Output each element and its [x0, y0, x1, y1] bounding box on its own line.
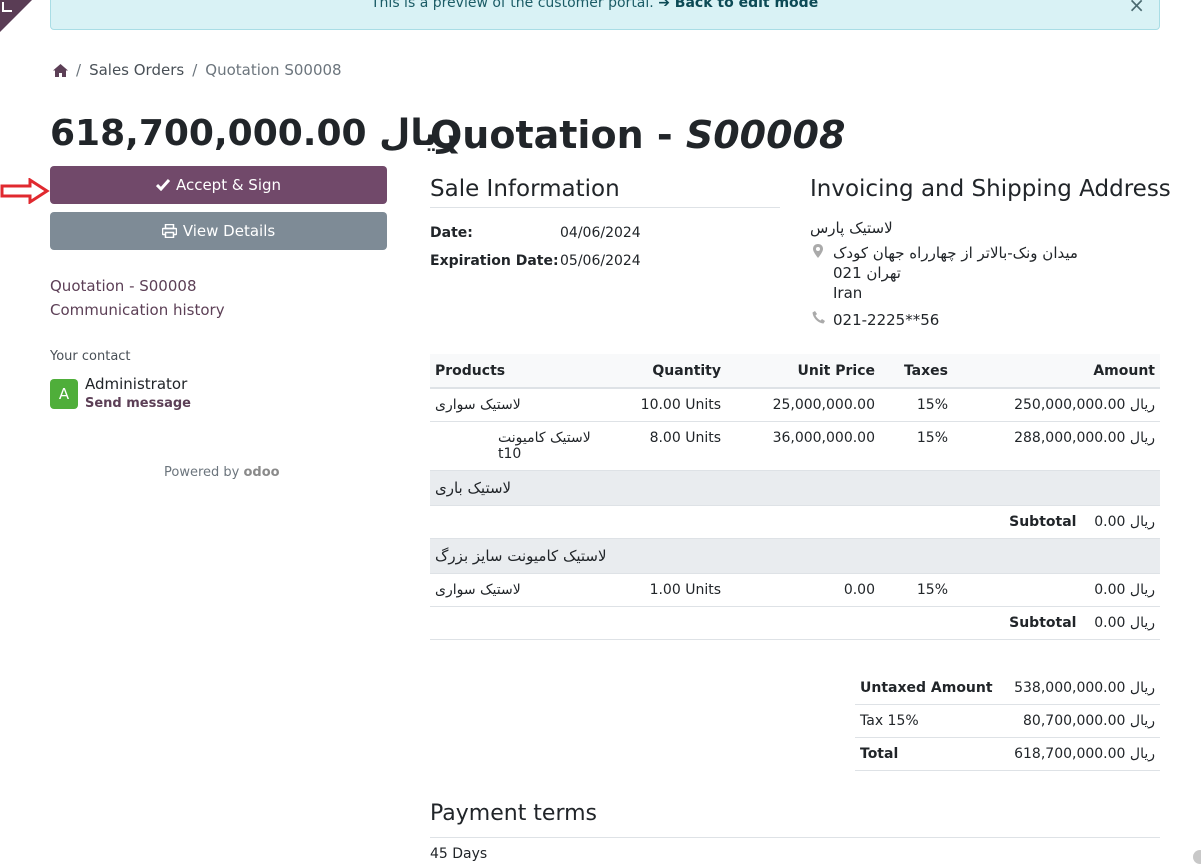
col-taxes: Taxes	[880, 354, 953, 389]
tax: 15%	[880, 388, 953, 422]
subtotal-row: Subtotal 0.00 ریال	[430, 505, 1160, 539]
table-row: لاستیک سواری 1.00 Units 0.00 15% 0.00 ری…	[430, 573, 1160, 607]
title-prefix: Quotation -	[430, 113, 686, 157]
back-to-edit-link[interactable]: ➔ Back to edit mode	[658, 0, 818, 11]
tax: 15%	[880, 573, 953, 607]
breadcrumb: / Sales Orders / Quotation S00008	[53, 61, 342, 79]
quotation-link[interactable]: Quotation - S00008	[50, 277, 196, 295]
subtotal-value: 0.00 ریال	[1094, 615, 1155, 631]
amount: 250,000,000.00 ریال	[953, 388, 1160, 422]
expiration-value: 05/06/2024	[560, 253, 641, 269]
untaxed-label: Untaxed Amount	[855, 672, 1004, 705]
odoo-logo[interactable]: odoo	[244, 465, 280, 480]
untaxed-row: Untaxed Amount 538,000,000.00 ریال	[855, 672, 1160, 705]
page-title: Quotation - S00008	[430, 113, 845, 157]
contact-name: Administrator	[85, 375, 188, 393]
title-number: S00008	[685, 113, 846, 157]
sale-info-title: Sale Information	[430, 176, 620, 202]
amount: 0.00 ریال	[953, 573, 1160, 607]
divider	[430, 837, 1160, 838]
print-icon	[161, 224, 177, 238]
address-phone: 021-2225**56	[833, 311, 940, 329]
tax-row: Tax 15% 80,700,000.00 ریال	[855, 704, 1160, 738]
section-label: لاستیک باری	[430, 470, 1160, 506]
check-icon	[155, 179, 170, 191]
address-city: تهران 021	[833, 264, 901, 282]
accept-sign-label: Accept & Sign	[175, 176, 282, 194]
product-name: لاستیک کامیونت t10	[430, 421, 615, 471]
subtotal-label: Subtotal	[1009, 615, 1077, 631]
unit-price: 0.00	[726, 573, 880, 607]
totals-table: Untaxed Amount 538,000,000.00 ریال Tax 1…	[855, 672, 1160, 771]
breadcrumb-sales-orders[interactable]: Sales Orders	[89, 61, 184, 79]
preview-banner: This is a preview of the customer portal…	[50, 0, 1160, 30]
product-name-text: لاستیک کامیونت t10	[498, 430, 591, 462]
quantity: 8.00 Units	[615, 421, 726, 471]
section-row: لاستیک باری	[430, 470, 1160, 506]
unit-price: 36,000,000.00	[726, 421, 880, 471]
quantity: 10.00 Units	[615, 388, 726, 422]
table-header-row: Products Quantity Unit Price Taxes Amoun…	[430, 354, 1160, 389]
table-row: لاستیک سواری 10.00 Units 25,000,000.00 1…	[430, 388, 1160, 422]
breadcrumb-separator: /	[192, 61, 198, 79]
col-products: Products	[430, 354, 615, 389]
tax-value: 80,700,000.00 ریال	[1003, 704, 1160, 738]
col-unit-price: Unit Price	[726, 354, 880, 389]
col-amount: Amount	[953, 354, 1160, 389]
view-details-button[interactable]: View Details	[50, 212, 387, 250]
view-details-label: View Details	[182, 222, 276, 240]
col-quantity: Quantity	[615, 354, 726, 389]
product-name: لاستیک سواری	[430, 388, 615, 422]
phone-icon	[812, 311, 825, 328]
expiration-label: Expiration Date:	[430, 253, 559, 269]
address-street: میدان ونک-بالاتر از چهارراه جهان کودک	[833, 244, 1078, 262]
table-row: لاستیک کامیونت t10 8.00 Units 36,000,000…	[430, 421, 1160, 471]
accept-sign-button[interactable]: Accept & Sign	[50, 166, 387, 204]
powered-by-text: Powered by	[164, 465, 240, 480]
total-amount: 618,700,000.00 ریال	[50, 113, 459, 154]
breadcrumb-separator: /	[76, 61, 82, 79]
total-value: 618,700,000.00 ریال	[1003, 737, 1160, 771]
tax: 15%	[880, 421, 953, 471]
quantity: 1.00 Units	[615, 573, 726, 607]
unit-price: 25,000,000.00	[726, 388, 880, 422]
powered-by: Powered by odoo	[164, 465, 280, 480]
address-country: Iran	[833, 284, 863, 302]
subtotal-value: 0.00 ریال	[1094, 514, 1155, 530]
arrow-right-icon	[0, 178, 50, 204]
section-row: لاستیک کامیونت سایز بزرگ	[430, 538, 1160, 574]
contact-title: Your contact	[50, 349, 131, 364]
edit-corner-icon[interactable]	[2, 2, 12, 12]
home-icon[interactable]	[53, 63, 68, 77]
send-message-link[interactable]: Send message	[85, 396, 191, 411]
tax-label: Tax 15%	[855, 704, 1004, 738]
address-title: Invoicing and Shipping Address	[810, 176, 1171, 202]
product-name: لاستیک سواری	[430, 573, 615, 607]
section-label: لاستیک کامیونت سایز بزرگ	[430, 538, 1160, 574]
communication-history-link[interactable]: Communication history	[50, 301, 225, 319]
divider	[430, 207, 780, 208]
order-lines-table: Products Quantity Unit Price Taxes Amoun…	[430, 354, 1160, 640]
amount: 288,000,000.00 ریال	[953, 421, 1160, 471]
payment-terms-title: Payment terms	[430, 801, 598, 826]
date-value: 04/06/2024	[560, 225, 641, 241]
subtotal-cell: Subtotal 0.00 ریال	[430, 606, 1160, 640]
payment-terms-value: 45 Days	[430, 846, 488, 862]
banner-text: This is a preview of the customer portal…	[371, 0, 654, 11]
map-pin-icon	[813, 244, 823, 262]
untaxed-value: 538,000,000.00 ریال	[1003, 672, 1160, 705]
customer-name: لاستیک پارس	[810, 219, 893, 237]
subtotal-row: Subtotal 0.00 ریال	[430, 606, 1160, 640]
scroll-to-top-button[interactable]	[1193, 850, 1201, 864]
subtotal-label: Subtotal	[1009, 514, 1077, 530]
close-icon[interactable]: ×	[1128, 0, 1145, 17]
total-row: Total 618,700,000.00 ریال	[855, 737, 1160, 771]
date-label: Date:	[430, 225, 473, 241]
avatar: A	[50, 379, 78, 409]
total-label: Total	[855, 737, 1004, 771]
breadcrumb-current: Quotation S00008	[205, 61, 342, 79]
subtotal-cell: Subtotal 0.00 ریال	[430, 505, 1160, 539]
